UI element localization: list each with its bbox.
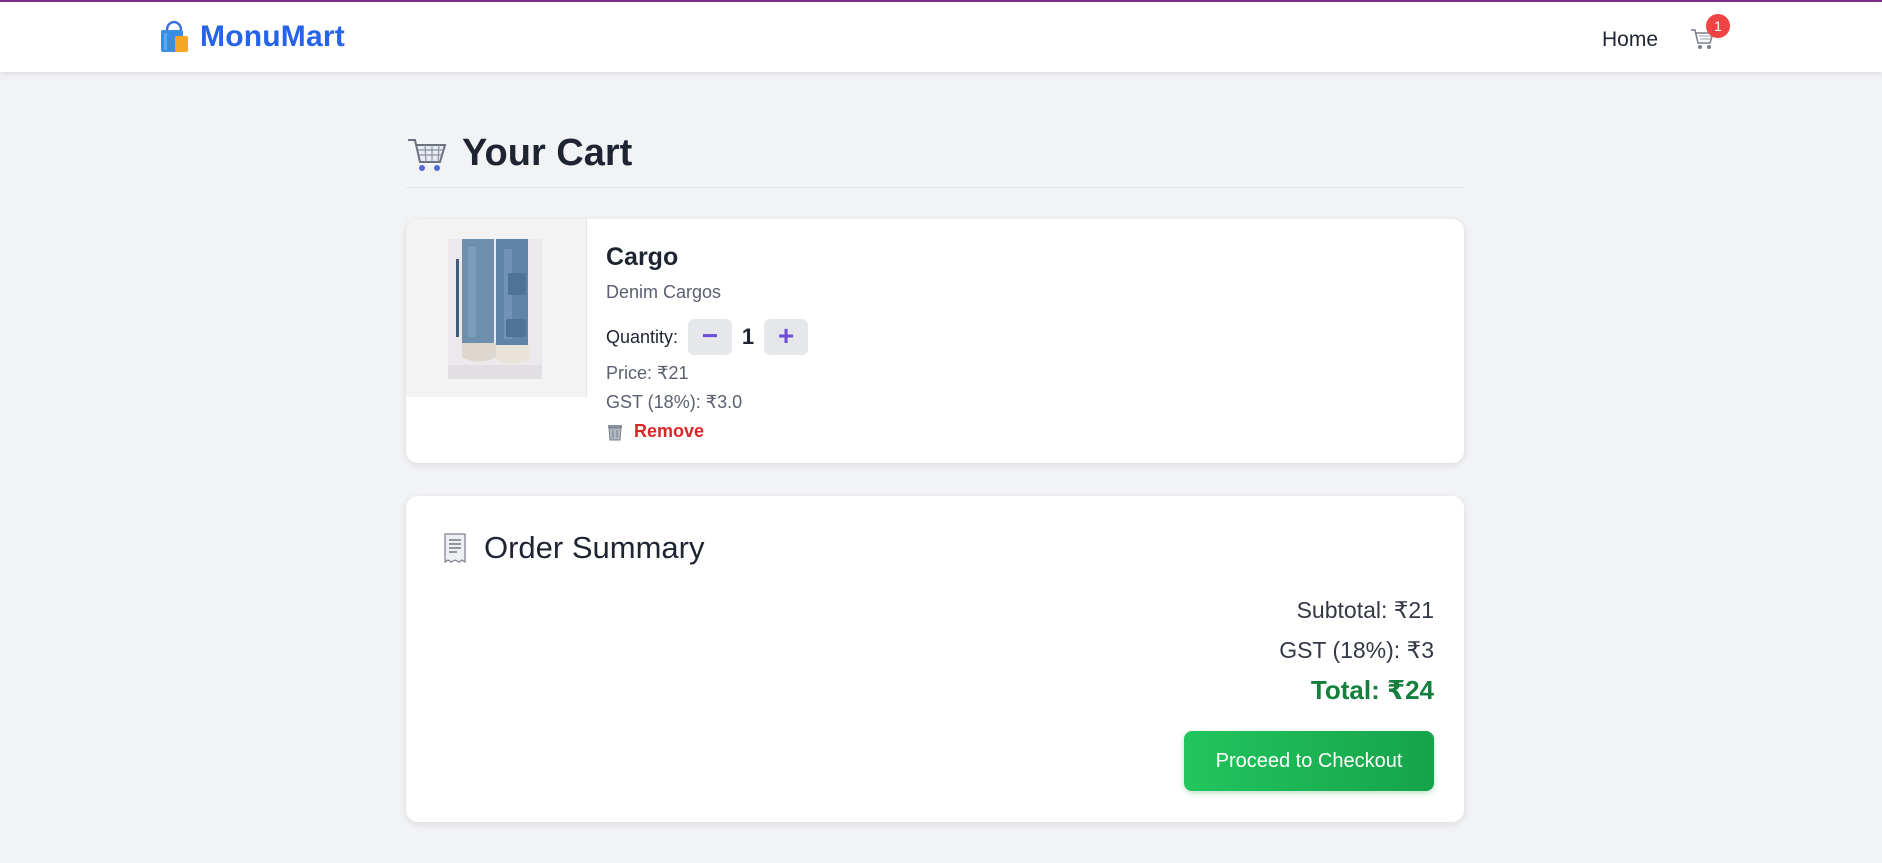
quantity-value: 1 <box>741 324 755 349</box>
grand-total-text: Total: ₹24 <box>1310 675 1434 705</box>
brand-name: MonuMart <box>200 20 345 53</box>
shopping-cart-icon <box>408 138 447 171</box>
item-description: Denim Cargos <box>606 282 722 302</box>
quantity-label: Quantity: <box>606 326 679 347</box>
decrease-quantity-button[interactable]: − <box>688 319 733 355</box>
product-image <box>448 239 542 379</box>
title-divider <box>406 187 1464 188</box>
summary-totals: Subtotal: ₹21 GST (18%): ₹3 Total: ₹24 <box>1279 590 1434 710</box>
cart-item-card: Cargo Denim Cargos Quantity: − 1 + Price… <box>406 219 1464 463</box>
item-name: Cargo <box>606 243 679 271</box>
cart-count-badge: 1 <box>1706 14 1730 38</box>
order-summary-header: Order Summary <box>442 530 704 566</box>
gst-total-text: GST (18%): ₹3 <box>1279 637 1434 663</box>
product-image-frame <box>406 219 587 397</box>
order-summary-title: Order Summary <box>484 530 705 565</box>
proceed-to-checkout-button[interactable]: Proceed to Checkout <box>1184 731 1434 791</box>
page-title-text: Your Cart <box>462 132 633 174</box>
increase-quantity-button[interactable]: + <box>764 319 809 355</box>
receipt-icon <box>444 533 466 563</box>
trash-icon <box>608 424 622 440</box>
quantity-stepper: Quantity: − 1 + <box>606 319 809 355</box>
subtotal-text: Subtotal: ₹21 <box>1296 597 1434 623</box>
navbar: MonuMart Home 1 <box>0 2 1882 72</box>
nav-home-link[interactable]: Home <box>1602 28 1658 52</box>
shopping-bag-icon <box>161 20 188 52</box>
brand-logo[interactable]: MonuMart <box>158 20 345 54</box>
remove-item-button[interactable]: Remove <box>606 421 808 442</box>
remove-label: Remove <box>634 421 705 441</box>
item-price: Price: ₹21 <box>606 363 689 383</box>
item-details: Cargo Denim Cargos Quantity: − 1 + Price… <box>606 243 809 442</box>
item-gst: GST (18%): ₹3.0 <box>606 392 743 412</box>
page-title: Your Cart <box>406 132 632 175</box>
order-summary-card: Order Summary Subtotal: ₹21 GST (18%): ₹… <box>406 496 1464 822</box>
